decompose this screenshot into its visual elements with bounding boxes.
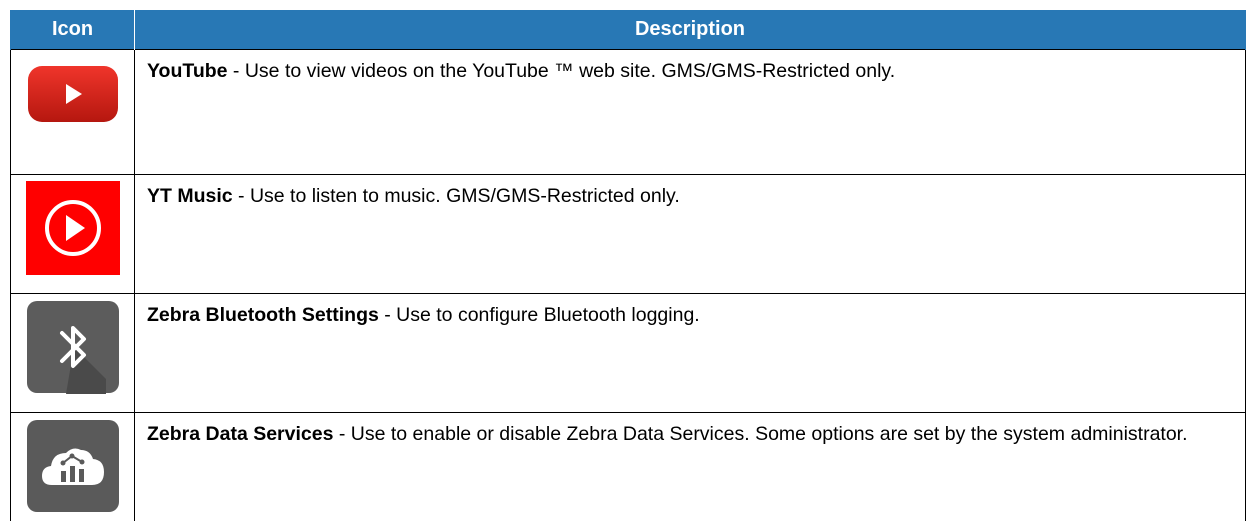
table-row: YT Music - Use to listen to music. GMS/G… bbox=[11, 175, 1246, 294]
table-row: YouTube - Use to view videos on the YouT… bbox=[11, 50, 1246, 175]
icon-cell bbox=[11, 413, 135, 521]
description-cell: Zebra Bluetooth Settings - Use to config… bbox=[135, 294, 1246, 413]
cloud-analytics-icon bbox=[26, 419, 120, 518]
app-name: YouTube bbox=[147, 60, 228, 82]
description-cell: YouTube - Use to view videos on the YouT… bbox=[135, 50, 1246, 175]
icon-column-header: Icon bbox=[11, 10, 135, 50]
app-name: YT Music bbox=[147, 185, 233, 207]
description-cell: Zebra Data Services - Use to enable or d… bbox=[135, 413, 1246, 521]
app-description: - Use to enable or disable Zebra Data Se… bbox=[333, 423, 1187, 445]
description-column-header: Description bbox=[135, 10, 1246, 50]
app-name: Zebra Bluetooth Settings bbox=[147, 304, 379, 326]
header-row: Icon Description bbox=[11, 10, 1246, 50]
app-description: - Use to view videos on the YouTube ™ we… bbox=[228, 60, 896, 82]
app-name: Zebra Data Services bbox=[147, 423, 333, 445]
youtube-icon bbox=[26, 60, 120, 131]
yt-music-icon bbox=[26, 181, 120, 280]
app-description: - Use to configure Bluetooth logging. bbox=[379, 304, 700, 326]
app-description: - Use to listen to music. GMS/GMS-Restri… bbox=[233, 185, 680, 207]
bluetooth-icon bbox=[26, 300, 120, 399]
table-row: Zebra Bluetooth Settings - Use to config… bbox=[11, 294, 1246, 413]
icon-cell bbox=[11, 175, 135, 294]
table-row: Zebra Data Services - Use to enable or d… bbox=[11, 413, 1246, 521]
description-cell: YT Music - Use to listen to music. GMS/G… bbox=[135, 175, 1246, 294]
apps-table: Icon Description bbox=[10, 10, 1246, 521]
icon-cell bbox=[11, 50, 135, 175]
icon-cell bbox=[11, 294, 135, 413]
